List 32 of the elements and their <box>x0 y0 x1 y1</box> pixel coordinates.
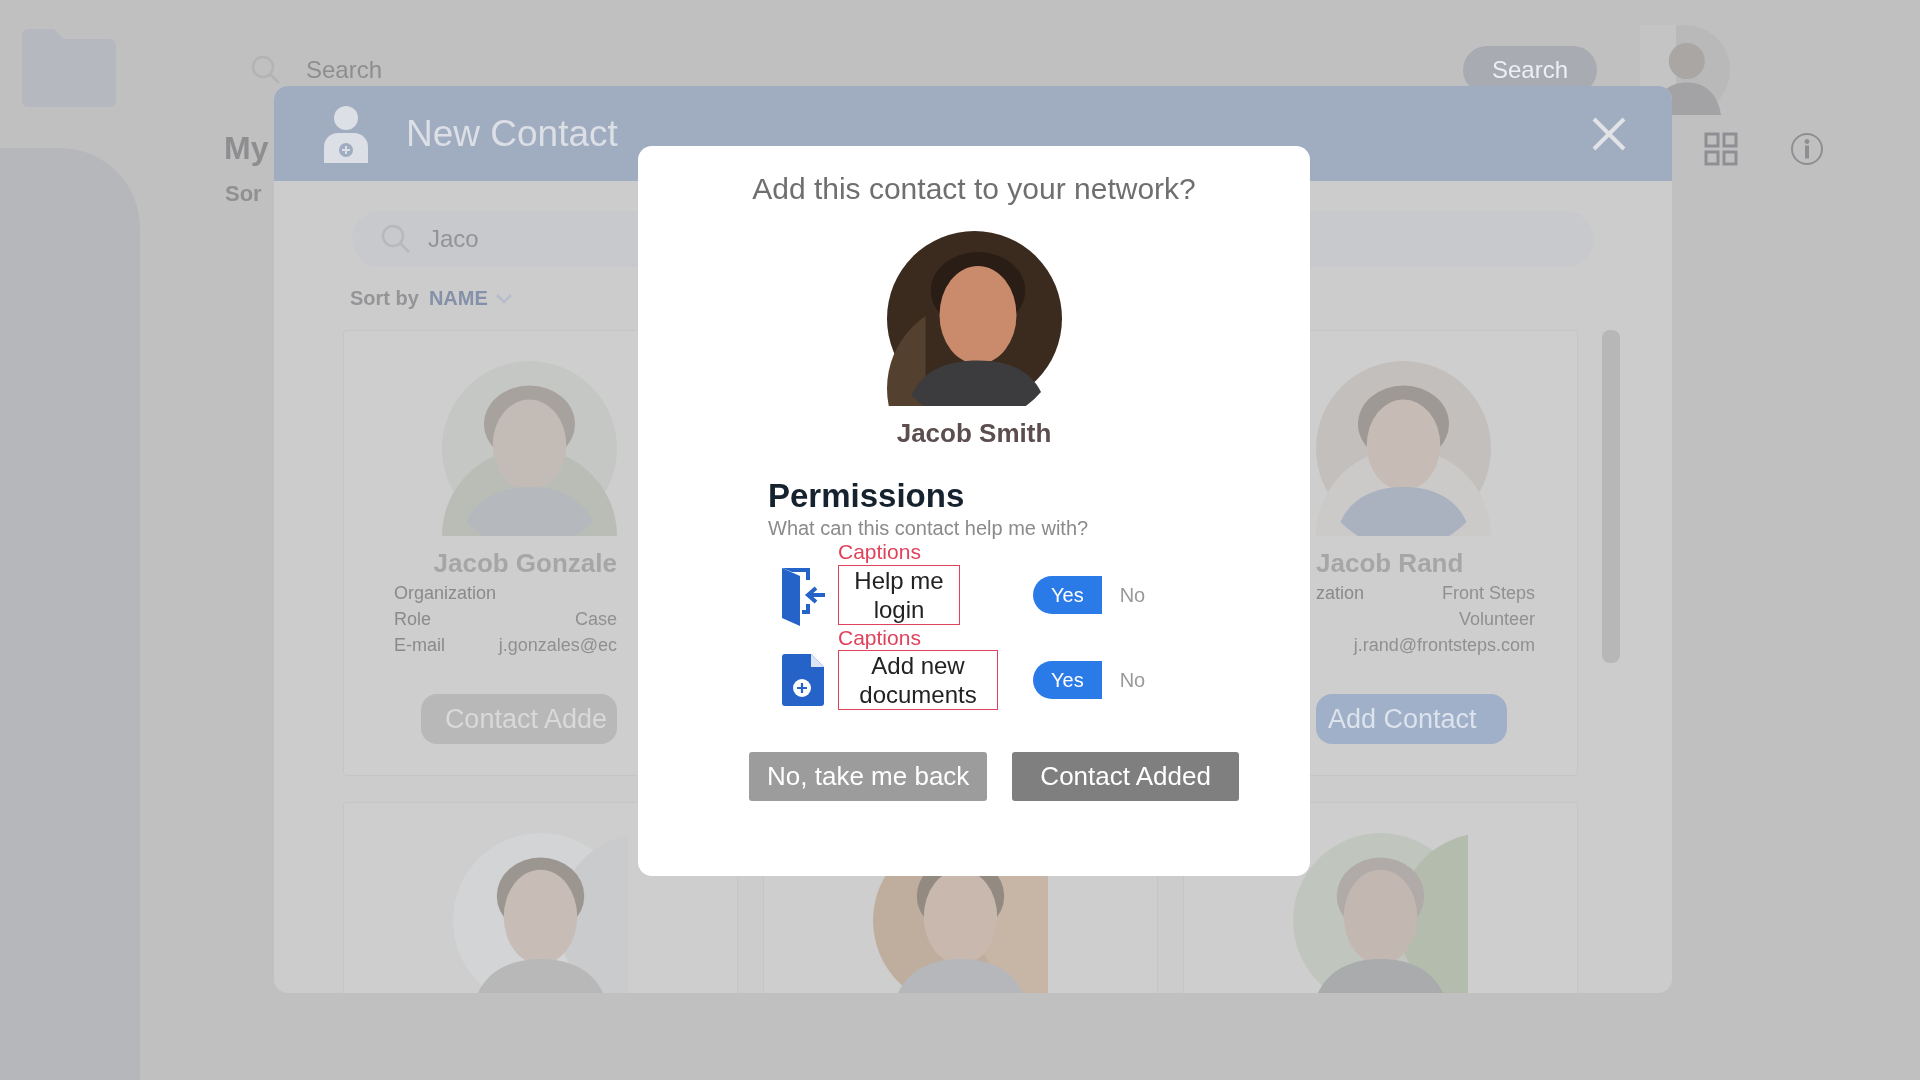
confirm-button[interactable]: Contact Added <box>1012 752 1239 801</box>
field-label: Organization <box>394 583 497 604</box>
add-document-icon <box>782 654 824 706</box>
section-subtitle: What can this contact help me with? <box>768 517 1090 540</box>
section-title: Permissions <box>768 477 966 515</box>
add-contact-button[interactable]: Add Contact <box>1316 694 1507 744</box>
field-label: zation <box>1316 583 1365 604</box>
field-value: Front Steps <box>1441 583 1535 604</box>
caption-label: Captions <box>838 540 922 564</box>
cancel-button[interactable]: No, take me back <box>749 752 988 801</box>
permission-label: Add new documents <box>838 650 998 710</box>
caption-label: Captions <box>838 626 922 650</box>
field-value: j.rand@frontsteps.com <box>1353 635 1535 656</box>
close-icon[interactable] <box>1592 116 1626 151</box>
permission-label: Help me login <box>838 565 960 625</box>
toggle-option[interactable]: No <box>1101 576 1164 614</box>
field-label: E-mail <box>394 635 445 656</box>
field-label: Role <box>394 609 432 630</box>
grid-icon[interactable] <box>1704 131 1738 166</box>
field-value: Volunteer <box>1458 609 1535 630</box>
add-user-icon <box>322 104 370 163</box>
dialog-title: Add this contact to your network? <box>752 172 1196 206</box>
field-value: Case <box>574 609 617 630</box>
toggle-option[interactable]: Yes <box>1033 661 1102 699</box>
contact-name: Jacob Smith <box>896 418 1052 449</box>
sort-dropdown[interactable]: NAME <box>428 287 512 310</box>
dialog-title: New Contact <box>406 112 618 155</box>
search-icon <box>250 54 282 86</box>
field-value: j.gonzales@ec <box>498 635 617 656</box>
toggle-option[interactable]: No <box>1101 661 1164 699</box>
info-icon[interactable] <box>1790 131 1824 166</box>
toggle-option[interactable]: Yes <box>1033 576 1102 614</box>
